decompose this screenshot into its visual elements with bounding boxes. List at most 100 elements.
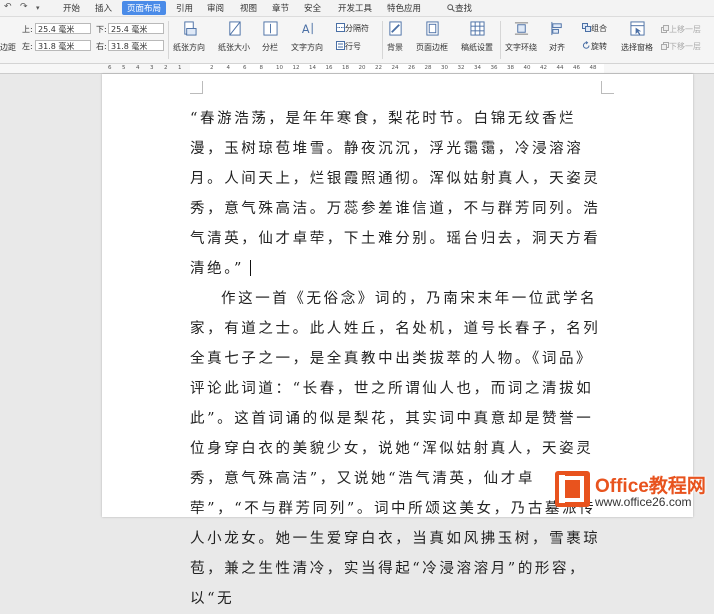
ruler-tick: 40: [523, 65, 531, 71]
align-icon: [550, 21, 562, 36]
document-body[interactable]: “春游浩荡，是年年寒食，梨花时节。白锦无纹香烂漫，玉树琼苞堆雪。静夜沉沉，浮光霭…: [190, 104, 602, 614]
tab-page-layout[interactable]: 页面布局: [122, 1, 167, 15]
ruler-tick: 44: [556, 65, 564, 71]
columns-label: 分栏: [262, 43, 278, 52]
tab-review[interactable]: 审阅: [207, 2, 224, 14]
ruler-tick: 3: [150, 65, 154, 71]
background-icon: [388, 21, 402, 36]
bottom-margin-label: 下:: [96, 25, 107, 34]
title-menu-bar: ↶ ↷ ▾ 开始 插入 页面布局 引用 审阅 视图 章节 安全 开发工具 特色应…: [0, 0, 714, 17]
tab-featured-apps[interactable]: 特色应用: [387, 2, 421, 14]
rotate-label: 旋转: [591, 42, 607, 51]
svg-text:A: A: [301, 23, 309, 36]
text-direction-icon: A: [301, 22, 313, 36]
ruler-tick: 6: [108, 65, 112, 71]
ruler-tick: 42: [540, 65, 547, 71]
ruler-tick: 6: [243, 65, 247, 71]
text-wrap-label: 文字环绕: [505, 43, 537, 52]
tab-security[interactable]: 安全: [304, 2, 321, 14]
group-icon: [582, 23, 591, 32]
send-backward-button[interactable]: 下移一层: [661, 41, 701, 52]
background-label: 背景: [387, 43, 403, 52]
top-margin-input[interactable]: 25.4 毫米: [35, 23, 91, 34]
ribbon-divider: [382, 21, 383, 59]
line-number-icon: [336, 41, 345, 50]
ruler-tick: 4: [136, 65, 140, 71]
ruler-tick: 32: [457, 65, 465, 71]
background-button[interactable]: 背景: [387, 21, 403, 53]
orientation-label: 纸张方向: [173, 43, 205, 52]
ruler-tick: 14: [309, 65, 316, 71]
rotate-icon: [582, 41, 590, 49]
top-margin-label: 上:: [22, 25, 33, 34]
tab-view[interactable]: 视图: [240, 2, 257, 14]
ruler-tick: 48: [589, 65, 597, 71]
search-button[interactable]: 查找: [447, 2, 472, 14]
right-margin-input[interactable]: 31.8 毫米: [108, 40, 164, 51]
ruler-tick: 22: [375, 65, 382, 71]
paper-size-label: 纸张大小: [218, 43, 250, 52]
bring-forward-button[interactable]: 上移一层: [661, 24, 701, 35]
tab-developer[interactable]: 开发工具: [338, 2, 372, 14]
columns-icon: [262, 21, 278, 36]
document-page[interactable]: “春游浩荡，是年年寒食，梨花时节。白锦无纹香烂漫，玉树琼苞堆雪。静夜沉沉，浮光霭…: [102, 74, 693, 607]
ruler-tick: 36: [490, 65, 498, 71]
page-border-label: 页面边框: [416, 43, 448, 52]
ruler-tick: 20: [358, 65, 366, 71]
ribbon-divider: [168, 21, 169, 59]
right-margin-label: 右:: [96, 42, 107, 51]
ruler-tick: 1: [178, 65, 182, 71]
ruler-tick: 28: [424, 65, 432, 71]
ruler-tick: 12: [292, 65, 300, 71]
watermark-url: www.office26.com: [595, 495, 692, 509]
rotate-button[interactable]: 旋转: [582, 41, 607, 52]
text-wrap-button[interactable]: 文字环绕: [505, 21, 537, 53]
tab-sections[interactable]: 章节: [272, 2, 289, 14]
tab-insert[interactable]: 插入: [95, 2, 112, 14]
paragraph-poem: “春游浩荡，是年年寒食，梨花时节。白锦无纹香烂漫，玉树琼苞堆雪。静夜沉沉，浮光霭…: [190, 104, 602, 284]
line-number-button[interactable]: 行号: [336, 41, 361, 52]
orientation-button[interactable]: 纸张方向: [173, 21, 205, 53]
quick-access-more-icon[interactable]: ▾: [36, 4, 40, 12]
send-backward-label: 下移一层: [669, 42, 701, 51]
ruler-tick: 4: [226, 65, 231, 71]
separator-button[interactable]: 分隔符: [336, 23, 369, 34]
office-logo-icon: [555, 471, 590, 507]
ruler-tick: 46: [573, 65, 580, 71]
ruler-tick: 34: [474, 65, 481, 71]
site-watermark: Office教程网 www.office26.com: [553, 466, 714, 517]
watermark-title: Office教程网: [595, 476, 706, 497]
line-number-label: 行号: [345, 42, 361, 51]
columns-button[interactable]: 分栏: [262, 21, 278, 53]
align-label: 对齐: [549, 43, 565, 52]
page-border-button[interactable]: 页面边框: [416, 21, 448, 53]
redo-icon[interactable]: ↷: [20, 2, 28, 12]
undo-icon[interactable]: ↶: [4, 2, 12, 12]
margin-button[interactable]: 边距: [0, 42, 16, 53]
selection-pane-button[interactable]: 选择窗格: [621, 21, 653, 53]
ruler-tick: 18: [342, 65, 349, 71]
left-margin-input[interactable]: 31.8 毫米: [35, 40, 91, 51]
ruler-tick: 2: [210, 65, 214, 71]
align-button[interactable]: 对齐: [549, 21, 565, 53]
text-direction-button[interactable]: A 文字方向: [291, 21, 323, 53]
paragraph-commentary: 作这一首《无俗念》词的，乃南宋末年一位武学名家，有道之士。此人姓丘，名处机，道号…: [190, 291, 601, 607]
draft-grid-button[interactable]: 稿纸设置: [461, 21, 493, 53]
ruler-tick: 16: [325, 65, 333, 71]
ruler-tick: 8: [259, 65, 264, 71]
bottom-margin-input[interactable]: 25.4 毫米: [108, 23, 164, 34]
text-wrap-icon: [514, 22, 528, 35]
group-button[interactable]: 组合: [582, 23, 607, 34]
page-orientation-icon: [183, 21, 197, 36]
ruler-tick: 30: [441, 65, 448, 71]
page-border-icon: [425, 21, 439, 36]
paper-size-button[interactable]: 纸张大小: [218, 21, 250, 53]
margin-corner-marker: [190, 81, 203, 94]
search-label: 查找: [455, 4, 473, 14]
separator-icon: [336, 23, 345, 32]
tab-start[interactable]: 开始: [63, 2, 80, 14]
tab-references[interactable]: 引用: [176, 2, 193, 14]
horizontal-ruler[interactable]: 6 5 4 3 2 1 2 4 6 8 10 12 14 16 18 20 22 24 26 28 30 32…: [0, 64, 714, 74]
ruler-tick: 10: [276, 65, 283, 71]
draft-grid-icon: [469, 21, 485, 36]
